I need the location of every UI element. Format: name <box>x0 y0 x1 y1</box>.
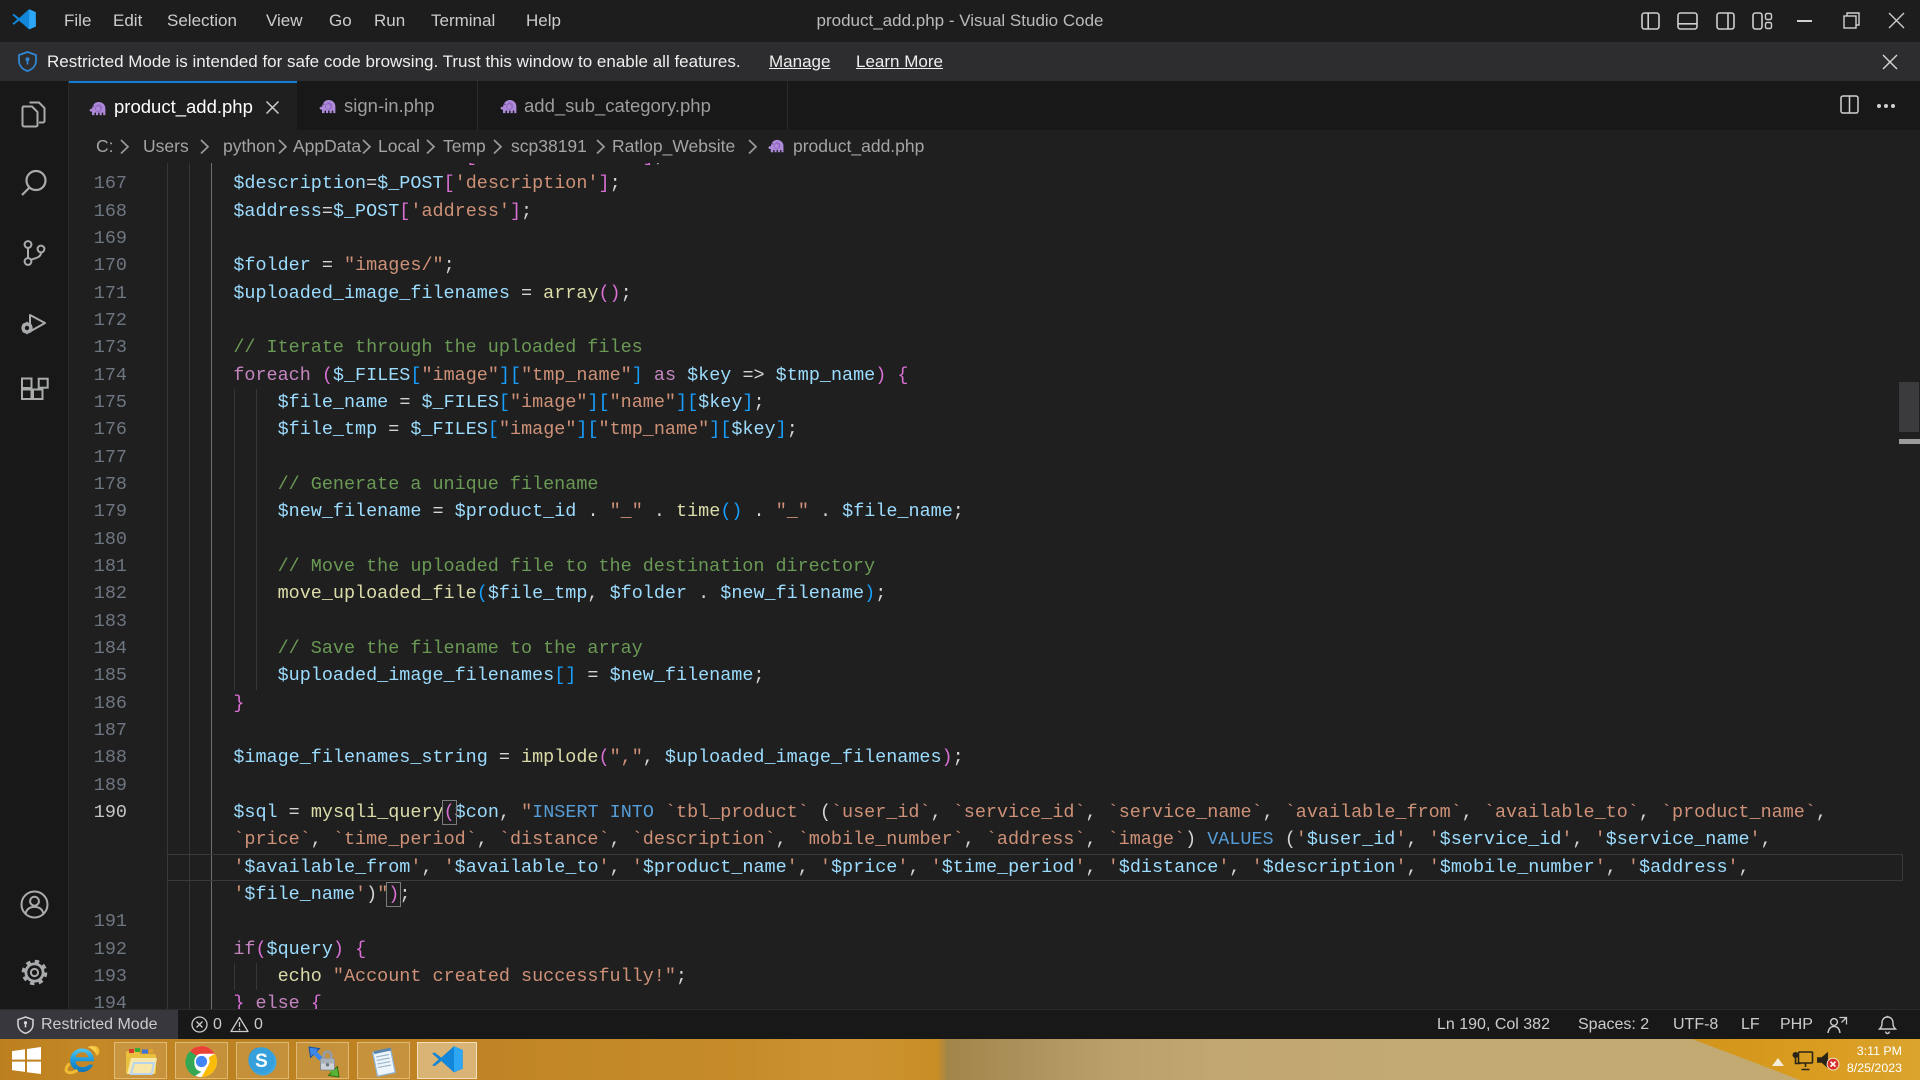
svg-text:S: S <box>255 1051 268 1072</box>
